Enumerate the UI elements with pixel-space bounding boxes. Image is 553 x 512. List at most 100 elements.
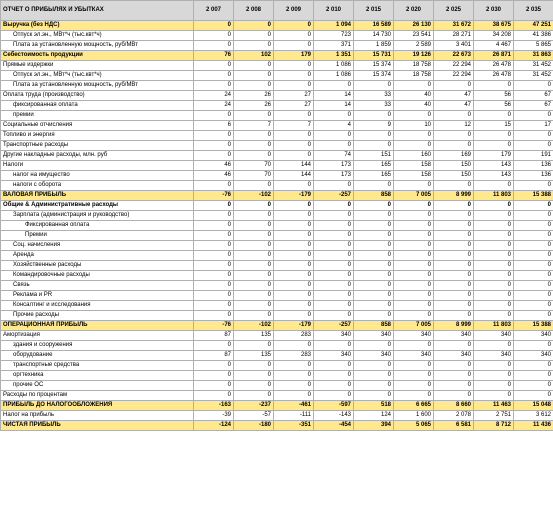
value-cell[interactable]: 7 <box>233 120 274 131</box>
value-cell[interactable]: 0 <box>273 200 314 211</box>
value-cell[interactable]: 0 <box>313 140 354 151</box>
value-cell[interactable]: 0 <box>473 260 514 271</box>
row-label-cell[interactable]: Плата за установленную мощность, руб/МВт <box>0 40 194 51</box>
value-cell[interactable]: 340 <box>513 330 553 341</box>
value-cell[interactable]: 0 <box>233 250 274 261</box>
value-cell[interactable]: 8 999 <box>433 320 474 331</box>
value-cell[interactable]: 47 <box>433 100 474 111</box>
value-cell[interactable]: 102 <box>233 50 274 61</box>
value-cell[interactable]: 0 <box>313 230 354 241</box>
value-cell[interactable]: 0 <box>513 340 553 351</box>
value-cell[interactable]: 0 <box>393 280 434 291</box>
row-label-cell[interactable]: Налоги <box>0 160 194 171</box>
value-cell[interactable]: 0 <box>273 230 314 241</box>
value-cell[interactable]: 173 <box>313 160 354 171</box>
value-cell[interactable]: 2 589 <box>393 40 434 51</box>
value-cell[interactable]: 0 <box>473 230 514 241</box>
value-cell[interactable]: 6 581 <box>433 420 474 431</box>
value-cell[interactable]: 5 865 <box>513 40 553 51</box>
row-label-cell[interactable]: здания и сооружения <box>0 340 194 351</box>
value-cell[interactable]: 0 <box>273 250 314 261</box>
value-cell[interactable]: -257 <box>313 190 354 201</box>
value-cell[interactable]: 0 <box>353 130 394 141</box>
value-cell[interactable]: 0 <box>353 370 394 381</box>
row-label-cell[interactable]: Зарплата (администрация и руководство) <box>0 210 194 221</box>
value-cell[interactable]: 0 <box>473 390 514 401</box>
value-cell[interactable]: 0 <box>513 360 553 371</box>
value-cell[interactable]: 0 <box>233 180 274 191</box>
value-cell[interactable]: 22 294 <box>433 70 474 81</box>
value-cell[interactable]: 0 <box>273 150 314 161</box>
value-cell[interactable]: 143 <box>473 160 514 171</box>
value-cell[interactable]: 0 <box>233 130 274 141</box>
value-cell[interactable]: 18 758 <box>393 70 434 81</box>
value-cell[interactable]: 0 <box>233 210 274 221</box>
row-label-cell[interactable]: Социальные отчисления <box>0 120 194 131</box>
value-cell[interactable]: 15 374 <box>353 70 394 81</box>
value-cell[interactable]: 0 <box>233 220 274 231</box>
value-cell[interactable]: 8 999 <box>433 190 474 201</box>
value-cell[interactable]: 0 <box>193 310 234 321</box>
year-header[interactable]: 2 015 <box>353 0 394 21</box>
value-cell[interactable]: 0 <box>193 360 234 371</box>
value-cell[interactable]: 26 <box>233 90 274 101</box>
value-cell[interactable]: 18 758 <box>393 60 434 71</box>
value-cell[interactable]: 0 <box>193 270 234 281</box>
value-cell[interactable]: 0 <box>513 250 553 261</box>
value-cell[interactable]: 0 <box>233 40 274 51</box>
value-cell[interactable]: -102 <box>233 320 274 331</box>
value-cell[interactable]: 23 541 <box>393 30 434 41</box>
value-cell[interactable]: 0 <box>433 110 474 121</box>
value-cell[interactable]: 1 086 <box>313 60 354 71</box>
value-cell[interactable]: 0 <box>273 270 314 281</box>
value-cell[interactable]: 0 <box>433 220 474 231</box>
row-label-cell[interactable]: транспортные средства <box>0 360 194 371</box>
value-cell[interactable]: 0 <box>233 240 274 251</box>
row-label-cell[interactable]: Налог на прибыль <box>0 410 194 421</box>
value-cell[interactable]: 0 <box>393 270 434 281</box>
value-cell[interactable]: 0 <box>233 230 274 241</box>
value-cell[interactable]: 0 <box>393 140 434 151</box>
value-cell[interactable]: 0 <box>353 300 394 311</box>
value-cell[interactable]: 0 <box>273 370 314 381</box>
value-cell[interactable]: -461 <box>273 400 314 411</box>
value-cell[interactable]: 38 675 <box>473 20 514 31</box>
value-cell[interactable]: 0 <box>393 130 434 141</box>
value-cell[interactable]: 40 <box>393 90 434 101</box>
value-cell[interactable]: 26 871 <box>473 50 514 61</box>
value-cell[interactable]: 11 436 <box>513 420 553 431</box>
row-label-cell[interactable]: Отпуск эл.эн., МВт*ч (тыс.квт*ч) <box>0 30 194 41</box>
value-cell[interactable]: 0 <box>393 250 434 261</box>
value-cell[interactable]: 0 <box>273 20 314 31</box>
value-cell[interactable]: 158 <box>393 170 434 181</box>
value-cell[interactable]: 0 <box>513 180 553 191</box>
value-cell[interactable]: 1 351 <box>313 50 354 61</box>
value-cell[interactable]: 0 <box>473 140 514 151</box>
row-label-cell[interactable]: ПРИБЫЛЬ ДО НАЛОГООБЛОЖЕНИЯ <box>0 400 194 411</box>
value-cell[interactable]: -39 <box>193 410 234 421</box>
value-cell[interactable]: 6 665 <box>393 400 434 411</box>
value-cell[interactable]: 0 <box>273 290 314 301</box>
value-cell[interactable]: 14 730 <box>353 30 394 41</box>
value-cell[interactable]: 0 <box>473 380 514 391</box>
value-cell[interactable]: 27 <box>273 100 314 111</box>
value-cell[interactable]: 340 <box>473 350 514 361</box>
value-cell[interactable]: 0 <box>433 300 474 311</box>
value-cell[interactable]: 0 <box>313 250 354 261</box>
value-cell[interactable]: -237 <box>233 400 274 411</box>
value-cell[interactable]: 31 452 <box>513 60 553 71</box>
value-cell[interactable]: 0 <box>353 80 394 91</box>
value-cell[interactable]: 0 <box>473 340 514 351</box>
value-cell[interactable]: 0 <box>313 300 354 311</box>
value-cell[interactable]: 14 <box>313 90 354 101</box>
value-cell[interactable]: 0 <box>433 270 474 281</box>
value-cell[interactable]: 24 <box>193 100 234 111</box>
value-cell[interactable]: 0 <box>273 140 314 151</box>
value-cell[interactable]: 0 <box>473 210 514 221</box>
value-cell[interactable]: 0 <box>193 390 234 401</box>
value-cell[interactable]: 2 078 <box>433 410 474 421</box>
row-label-cell[interactable]: налоги с оборота <box>0 180 194 191</box>
value-cell[interactable]: 46 <box>193 170 234 181</box>
value-cell[interactable]: 0 <box>433 200 474 211</box>
row-label-cell[interactable]: Транспортные расходы <box>0 140 194 151</box>
